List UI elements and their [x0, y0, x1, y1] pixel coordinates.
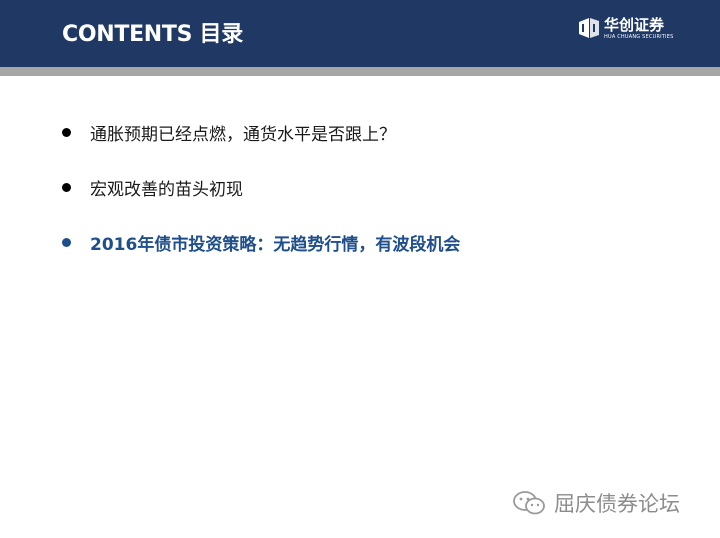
contents-item-inflation: 通胀预期已经点燃，通货水平是否跟上？	[62, 118, 460, 146]
huachuang-logo-icon	[579, 18, 599, 38]
wechat-icon	[513, 491, 545, 515]
watermark: 屈庆债券论坛	[512, 488, 680, 518]
logo-subtitle: HUA CHUANG SECURITIES	[604, 34, 674, 40]
contents-list: 通胀预期已经点燃，通货水平是否跟上？ 宏观改善的苗头初现 2016年债市投资策略…	[62, 118, 460, 283]
bullet-dot-icon	[62, 237, 71, 247]
slide: CONTENTS 目录 华创证券 HUA CHUANG SECURITIES 通…	[0, 0, 720, 538]
logo-name: 华创证券	[604, 16, 665, 34]
header-bar: CONTENTS 目录 华创证券 HUA CHUANG SECURITIES	[0, 0, 720, 67]
contents-item-label: 宏观改善的苗头初现	[90, 179, 243, 200]
contents-item-macro: 宏观改善的苗头初现	[62, 173, 460, 201]
contents-item-label: 通胀预期已经点燃，通货水平是否跟上？	[90, 124, 396, 145]
company-logo: 华创证券 HUA CHUANG SECURITIES	[577, 14, 685, 46]
contents-item-label: 2016年债市投资策略：无趋势行情，有波段机会	[90, 234, 461, 255]
bullet-dot-icon	[62, 182, 71, 192]
contents-item-strategy: 2016年债市投资策略：无趋势行情，有波段机会	[62, 228, 460, 256]
header-divider-band	[0, 67, 720, 76]
page-title: CONTENTS 目录	[62, 22, 243, 47]
watermark-text: 屈庆债券论坛	[554, 492, 680, 516]
bullet-dot-icon	[62, 127, 71, 137]
